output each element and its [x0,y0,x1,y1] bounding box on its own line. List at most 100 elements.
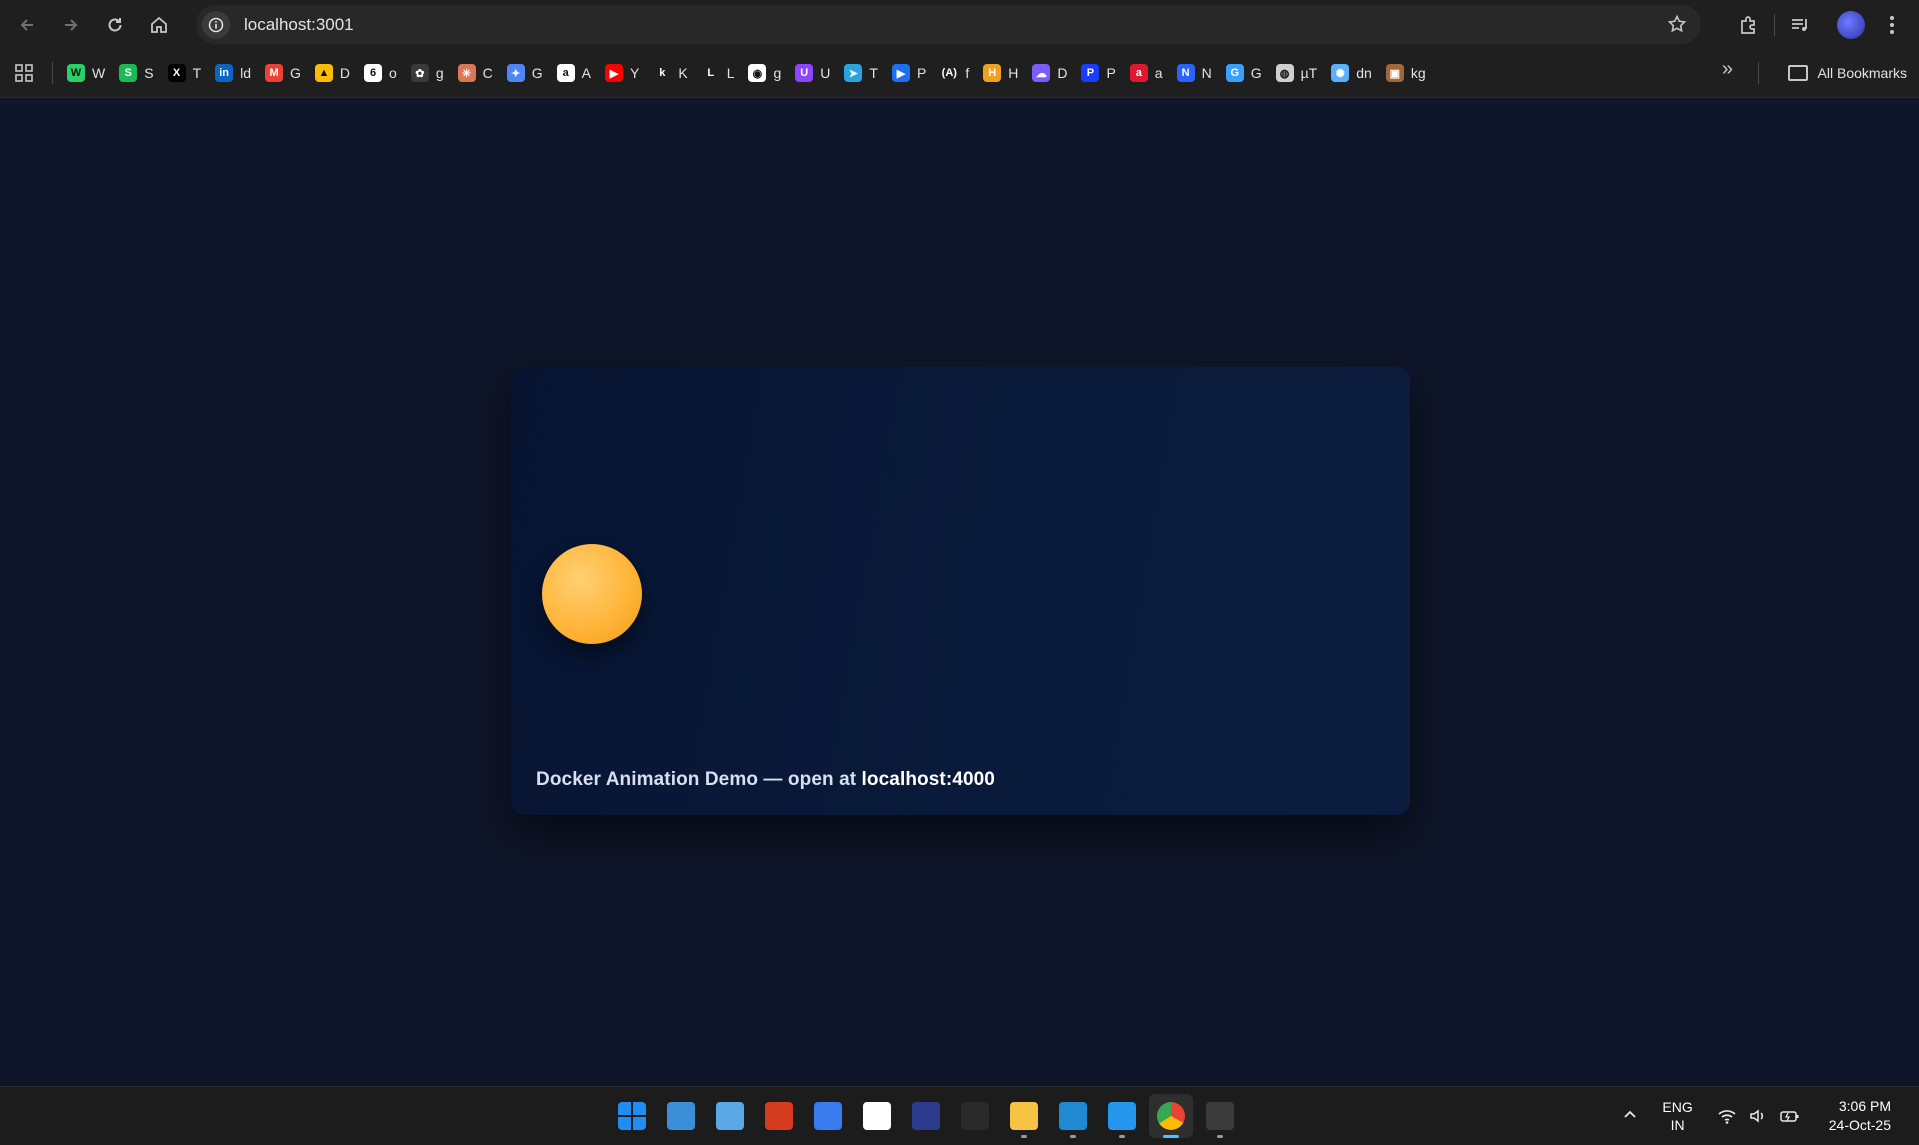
gmail-icon: M [265,64,284,82]
browser-toolbar: localhost:3001 [0,0,1919,49]
vscode-icon [1059,1102,1087,1130]
taskbar-app[interactable] [708,1094,752,1138]
bookmark-label: D [339,65,351,81]
bookmark-item[interactable]: ✺ dn [1325,58,1380,88]
bookmark-item[interactable]: PP [1075,58,1123,88]
home-icon [151,16,167,33]
caption-host: localhost:4000 [861,769,995,790]
arrow-right-icon [65,18,78,31]
bookmark-item[interactable]: ▣ kg [1380,58,1434,88]
amazon-icon: a [556,64,575,82]
profile-avatar[interactable] [1837,10,1865,39]
media-controls-button[interactable] [1785,10,1815,40]
page-viewport: Docker Animation Demo — open at localhos… [0,98,1919,1086]
bookmark-list: W W S S X Tin ld M G ▲ D 6 o ✿ g ✳ C ✦ Ga A ▶ Yk K L L ◉ g U U ➤ T ▶ P (A… [61,58,1434,88]
caption-text: Docker Animation Demo — open at [536,769,862,790]
u-icon: U [795,64,814,82]
back-button[interactable] [12,10,42,40]
taskbar-app[interactable] [757,1094,801,1138]
bookmark-item[interactable]: in ld [209,58,259,88]
tray-chevron-up-icon[interactable] [1622,1106,1638,1127]
bookmark-label: U [820,65,831,81]
taskbar-app[interactable] [659,1094,703,1138]
terminal-icon [1206,1102,1234,1130]
all-bookmarks-button[interactable]: All Bookmarks [1787,58,1907,88]
bookmark-label: T [192,65,202,81]
clock-date: 24-Oct-25 [1828,1117,1891,1133]
taskbar-app[interactable] [1149,1094,1193,1138]
bookmark-item[interactable]: ▶ Y [599,58,647,88]
bookmark-star-icon[interactable] [1667,14,1687,39]
bookmark-item[interactable]: ✳ C [452,58,501,88]
taskbar-app[interactable] [806,1094,850,1138]
bookmark-label: µT [1300,65,1318,81]
puzzle-icon [1741,15,1755,34]
bookmark-label: o [389,65,397,81]
extensions-button[interactable] [1734,10,1764,40]
volume-icon[interactable] [1749,1107,1767,1125]
bookmark-item[interactable]: MG [259,58,309,88]
bookmark-item[interactable]: ◉ g [742,58,789,88]
dn-icon: ✺ [1331,64,1350,82]
blue-app-icon [814,1102,842,1130]
taskbar-app[interactable] [1051,1094,1095,1138]
taskbar-app[interactable] [1100,1094,1144,1138]
url-text[interactable]: localhost:3001 [244,15,354,35]
bookmark-item[interactable]: GG [1220,58,1270,88]
shield-app-icon [765,1102,793,1130]
bookmark-item[interactable]: ▶ P [886,58,934,88]
taskbar-app[interactable] [904,1094,948,1138]
taskbar-apps [610,1087,1247,1145]
bookmark-item[interactable]: HH [977,58,1026,88]
bookmark-item[interactable]: ▲ D [309,58,358,88]
taskbar-app[interactable] [855,1094,899,1138]
bookmark-label: N [1201,65,1212,81]
more-bookmarks-chevron-icon[interactable]: » [1722,58,1733,81]
clock[interactable]: 3:06 PM 24-Oct-25 [1829,1097,1891,1135]
bookmark-item[interactable]: SS [113,58,161,88]
bookmark-item[interactable]: UU [789,58,838,88]
bookmark-item[interactable]: ✦ G [501,58,551,88]
address-bar[interactable]: localhost:3001 [196,5,1701,44]
bookmark-item[interactable]: XT [162,58,210,88]
bookmark-item[interactable]: 6o [358,58,405,88]
taskbar-app[interactable] [953,1094,997,1138]
a-icon: a [1129,64,1148,82]
bookmark-item[interactable]: ➤ T [838,58,886,88]
browser-menu-button[interactable] [1877,10,1907,40]
bookmark-item[interactable]: (A) f [934,58,977,88]
bookmark-label: C [482,65,493,81]
bookmark-item[interactable]: ◍ µT [1270,58,1326,88]
bookmark-label: ld [240,65,252,81]
bookmark-label: G [531,65,543,81]
home-button[interactable] [144,10,174,40]
globe-icon: ◍ [1275,64,1294,82]
bookmark-item[interactable]: aa [1124,58,1171,88]
site-info-icon[interactable] [202,10,230,39]
bookmark-label: G [290,65,301,81]
taskbar-app[interactable] [610,1094,654,1138]
bookmark-item[interactable]: LL [696,58,743,88]
google-drive-icon: ▲ [314,64,333,82]
forward-button[interactable] [56,10,86,40]
wifi-icon[interactable] [1717,1107,1737,1125]
bookmark-item[interactable]: NN [1171,58,1220,88]
reload-button[interactable] [100,10,130,40]
bookmark-item[interactable]: WW [61,58,113,88]
all-bookmarks-label: All Bookmarks [1817,65,1907,81]
leetcode-icon: L [701,64,720,82]
apps-grid-icon[interactable] [12,61,36,85]
more-vertical-icon [1890,15,1894,34]
bookmark-label: G [1250,65,1262,81]
bookmark-item[interactable]: ✿ g [405,58,452,88]
bookmark-label: a [1154,65,1163,81]
bookmark-item[interactable]: kK [647,58,695,88]
bookmark-item[interactable]: ☁ D [1026,58,1075,88]
bookmark-item[interactable]: aA [551,58,599,88]
x-twitter-icon: X [167,64,186,82]
battery-icon[interactable] [1779,1107,1801,1125]
taskbar-app[interactable] [1198,1094,1242,1138]
running-indicator [1163,1135,1179,1138]
taskbar-app[interactable] [1002,1094,1046,1138]
language-indicator[interactable]: ENG IN [1662,1098,1692,1134]
